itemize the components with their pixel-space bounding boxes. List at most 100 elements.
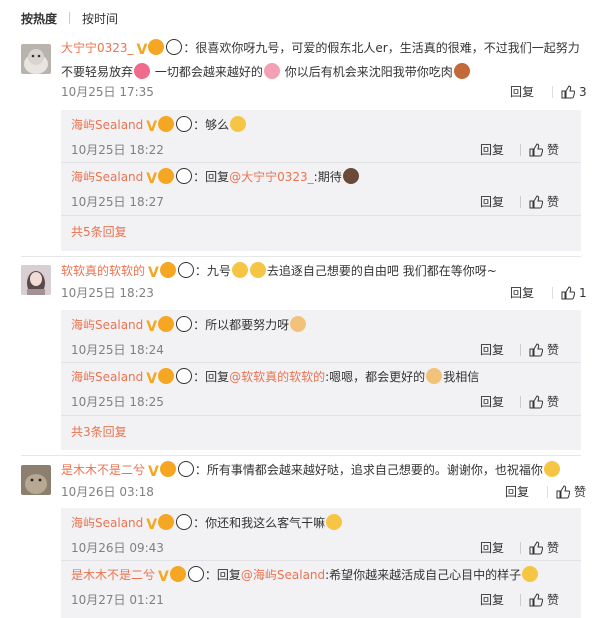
comment-text: 大宁宁0323_ V ：很喜欢你呀九号，可爱的假东北人er，生活真的很难，不过我们一… bbox=[61, 37, 591, 83]
sort-by-hot[interactable]: 按热度 bbox=[21, 10, 57, 27]
sub-actions: 回复 赞 bbox=[480, 341, 559, 359]
verified-v-icon: V bbox=[148, 265, 159, 281]
action-divider bbox=[552, 287, 554, 299]
panda-badge-icon bbox=[176, 316, 193, 332]
reply-button[interactable]: 回复 bbox=[505, 483, 529, 501]
hug-emoji-icon bbox=[249, 262, 266, 278]
reply-button[interactable]: 回复 bbox=[480, 591, 504, 609]
mention-link[interactable]: @海屿Sealand bbox=[241, 568, 325, 582]
sub-username[interactable]: 海屿Sealand bbox=[71, 516, 143, 530]
mention-link[interactable]: @大宁宁0323_ bbox=[229, 170, 314, 184]
sub-actions: 回复 赞 bbox=[480, 539, 559, 557]
comment-time: 10月25日 18:23 bbox=[61, 286, 154, 300]
reply-button[interactable]: 回复 bbox=[480, 141, 504, 159]
heart-emoji-icon bbox=[134, 63, 151, 79]
sub-body: :希望你越来越活成自己心目中的样子 bbox=[325, 568, 522, 582]
avatar[interactable] bbox=[21, 265, 51, 295]
laughing-emoji-icon bbox=[326, 514, 343, 530]
like-count: 1 bbox=[579, 286, 587, 300]
sub-divider bbox=[61, 362, 581, 363]
action-divider bbox=[519, 144, 521, 156]
comment-username[interactable]: 大宁宁0323_ bbox=[61, 41, 134, 55]
reply-button[interactable]: 回复 bbox=[480, 193, 504, 211]
fan-badge-icon bbox=[158, 116, 175, 132]
thumbs-up-icon[interactable] bbox=[556, 485, 571, 499]
comment-body: ：所有事情都会越来越好哒，追求自己想要的。谢谢你，也祝福你 bbox=[194, 463, 543, 477]
action-divider bbox=[547, 486, 549, 498]
action-divider bbox=[519, 542, 521, 554]
action-divider bbox=[519, 396, 521, 408]
comment-body: ：九号 bbox=[194, 264, 231, 278]
hug-emoji-icon bbox=[231, 262, 248, 278]
sub-username[interactable]: 海屿Sealand bbox=[71, 170, 143, 184]
muscle-emoji-icon bbox=[290, 316, 307, 332]
monkey-emoji-icon bbox=[342, 168, 359, 184]
sub-comment-box: 海屿Sealand V ：所以都要努力呀 10月25日 18:24 回复 赞 海屿S… bbox=[61, 310, 581, 450]
verified-v-icon: V bbox=[146, 371, 158, 387]
verified-v-icon: V bbox=[136, 42, 148, 58]
reply-button[interactable]: 回复 bbox=[480, 341, 504, 359]
sub-username[interactable]: 是木木不是二兮 bbox=[71, 568, 155, 582]
verified-v-icon: V bbox=[146, 319, 158, 335]
panda-badge-icon bbox=[177, 262, 194, 278]
like-label: 赞 bbox=[546, 343, 559, 357]
sub-time: 10月25日 18:22 bbox=[71, 143, 164, 157]
like-label: 赞 bbox=[574, 485, 587, 499]
sub-body: :嗯嗯，都会更好的 bbox=[325, 370, 426, 384]
thumbs-up-icon[interactable] bbox=[529, 541, 543, 555]
verified-v-icon: V bbox=[146, 171, 158, 187]
thumbs-up-icon[interactable] bbox=[529, 395, 543, 409]
verified-v-icon: V bbox=[146, 517, 158, 533]
reply-button[interactable]: 回复 bbox=[480, 393, 504, 411]
avatar[interactable] bbox=[21, 465, 51, 495]
sub-actions: 回复 赞 bbox=[480, 193, 559, 211]
action-divider bbox=[519, 344, 521, 356]
panda-badge-icon bbox=[176, 168, 193, 184]
thumbs-up-icon[interactable] bbox=[529, 593, 543, 607]
sub-body: ：所以都要努力呀 bbox=[193, 318, 290, 332]
action-divider bbox=[552, 86, 554, 98]
panda-badge-icon bbox=[177, 461, 194, 477]
thumbs-up-icon[interactable] bbox=[561, 286, 576, 300]
more-replies-link[interactable]: 共5条回复 bbox=[71, 223, 127, 241]
avatar[interactable] bbox=[21, 44, 51, 74]
more-replies-link[interactable]: 共3条回复 bbox=[71, 423, 127, 441]
comment-username[interactable]: 是木木不是二兮 bbox=[61, 463, 145, 477]
comment-time: 10月26日 03:18 bbox=[61, 485, 154, 499]
comment-username[interactable]: 软软真的软软的 bbox=[61, 264, 145, 278]
sort-by-time[interactable]: 按时间 bbox=[82, 10, 118, 27]
thumbs-up-icon[interactable] bbox=[529, 343, 543, 357]
sub-time: 10月26日 09:43 bbox=[71, 541, 164, 555]
mention-link[interactable]: @软软真的软软的 bbox=[229, 370, 325, 384]
sub-comment-box: 海屿Sealand V ：够么 10月25日 18:22 回复 赞 海屿Sealan… bbox=[61, 110, 581, 251]
fan-badge-icon bbox=[158, 514, 175, 530]
panda-badge-icon bbox=[176, 514, 193, 530]
panda-badge-icon bbox=[176, 116, 193, 132]
blessing-emoji-icon bbox=[522, 566, 539, 582]
reply-button[interactable]: 回复 bbox=[510, 83, 534, 101]
panda-badge-icon bbox=[187, 566, 204, 582]
reply-button[interactable]: 回复 bbox=[510, 284, 534, 302]
verified-v-icon: V bbox=[158, 569, 169, 585]
sub-username[interactable]: 海屿Sealand bbox=[71, 318, 143, 332]
like-label: 赞 bbox=[546, 395, 559, 409]
sub-time: 10月25日 18:27 bbox=[71, 195, 164, 209]
sub-actions: 回复 赞 bbox=[480, 591, 559, 609]
sub-username[interactable]: 海屿Sealand bbox=[71, 118, 143, 132]
comment-text: 软软真的软软的 V ：九号 去追逐自己想要的自由吧 我们都在等你呀~ bbox=[61, 260, 591, 284]
fan-badge-icon bbox=[159, 461, 176, 477]
action-divider bbox=[519, 196, 521, 208]
thumbs-up-icon[interactable] bbox=[529, 143, 543, 157]
sub-comment-box: 海屿Sealand V ：你还和我这么客气干嘛 10月26日 09:43 回复 赞 … bbox=[61, 508, 581, 618]
fan-badge-icon bbox=[158, 316, 175, 332]
comment-time: 10月25日 17:35 bbox=[61, 85, 154, 99]
sub-username[interactable]: 海屿Sealand bbox=[71, 370, 143, 384]
sort-divider bbox=[69, 12, 71, 24]
sub-body: ：你还和我这么客气干嘛 bbox=[193, 516, 326, 530]
thumbs-up-icon[interactable] bbox=[561, 85, 576, 99]
reply-button[interactable]: 回复 bbox=[480, 539, 504, 557]
comment-actions: 回复 3 bbox=[510, 83, 587, 101]
sub-time: 10月25日 18:25 bbox=[71, 395, 164, 409]
thumbs-up-icon[interactable] bbox=[529, 195, 543, 209]
fan-badge-icon bbox=[158, 368, 175, 384]
